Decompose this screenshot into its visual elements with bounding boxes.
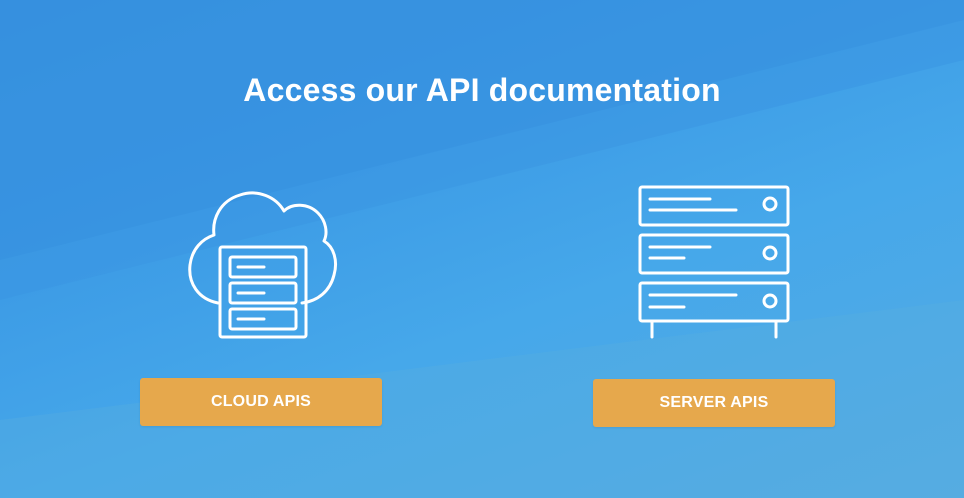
cloud-apis-button[interactable]: CLOUD APIS — [140, 378, 382, 426]
server-apis-button[interactable]: SERVER APIS — [593, 379, 835, 427]
api-docs-hero: Access our API documentation CLOUD APIS … — [0, 0, 964, 498]
page-title: Access our API documentation — [243, 72, 721, 108]
cloud-server-icon — [184, 183, 340, 343]
server-rack-icon — [636, 183, 792, 341]
